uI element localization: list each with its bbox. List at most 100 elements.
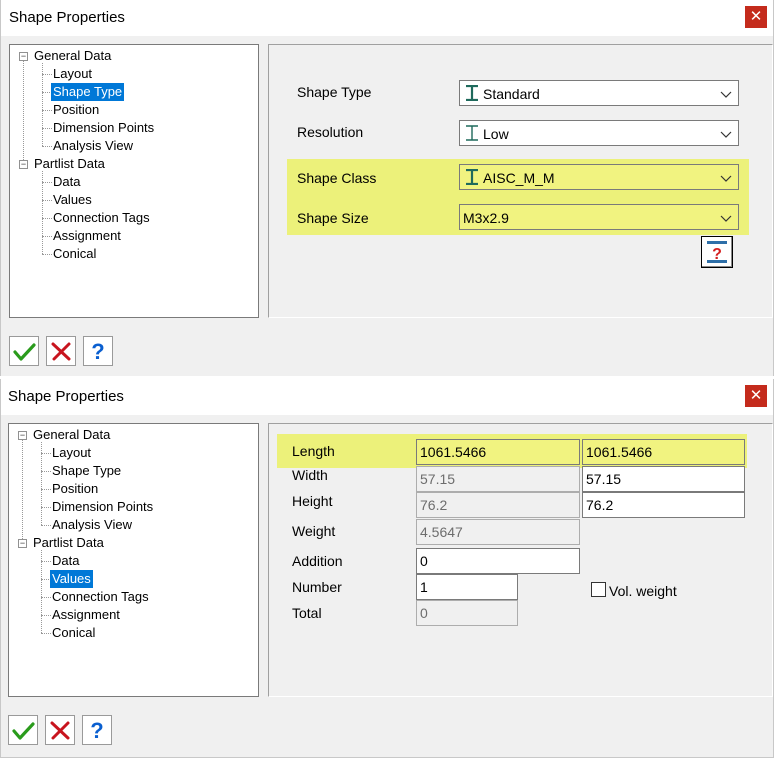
ok-checkmark-icon: [12, 722, 35, 740]
tree-node-label: Dimension Points: [52, 499, 154, 514]
tree-node-label: Partlist Data: [34, 156, 105, 171]
tree-node-position[interactable]: Position: [50, 480, 100, 498]
height-label: Height: [292, 493, 333, 509]
tree-node-shape-type[interactable]: Shape Type: [50, 462, 123, 480]
help-button[interactable]: ?: [82, 715, 112, 745]
chevron-down-icon: [720, 215, 732, 222]
tree-node-layout[interactable]: Layout: [51, 65, 94, 83]
category-tree[interactable]: − General Data Layout Shape Type Positio…: [9, 44, 259, 318]
tree-connector: [22, 440, 23, 543]
shape-class-label: Shape Class: [297, 170, 377, 186]
tree-node-dimension-points[interactable]: Dimension Points: [51, 119, 156, 137]
help-button[interactable]: ?: [83, 336, 113, 366]
shape-properties-dialog-1: Shape Properties ✕ − General Data Layout…: [0, 0, 774, 376]
tree-node-label: Connection Tags: [52, 589, 149, 604]
tree-node-values[interactable]: Values: [51, 191, 94, 209]
tree-connector: [23, 61, 24, 164]
tree-node-analysis-view[interactable]: Analysis View: [50, 516, 134, 534]
collapse-icon[interactable]: −: [19, 52, 28, 61]
collapse-icon[interactable]: −: [18, 539, 27, 548]
weight-field: 4.5647: [416, 519, 580, 545]
vol-weight-checkbox[interactable]: [591, 582, 606, 597]
tree-node-conical[interactable]: Conical: [50, 624, 97, 642]
tree-node-label: Values: [53, 192, 92, 207]
tree-node-partlist-data[interactable]: Partlist Data: [32, 155, 107, 173]
addition-field[interactable]: 0: [416, 548, 580, 574]
resolution-label: Resolution: [297, 124, 364, 140]
tree-node-partlist-data[interactable]: Partlist Data: [31, 534, 106, 552]
shape-size-value: M3x2.9: [463, 210, 509, 226]
tree-node-data[interactable]: Data: [50, 552, 81, 570]
tree-node-analysis-view[interactable]: Analysis View: [51, 137, 135, 155]
width-alt-field[interactable]: 57.15: [582, 466, 745, 492]
tree-node-label: Position: [52, 481, 99, 496]
close-button[interactable]: ✕: [745, 6, 767, 28]
number-field[interactable]: 1: [416, 574, 518, 600]
svg-text:?: ?: [712, 246, 722, 263]
shape-size-select[interactable]: M3x2.9: [459, 204, 739, 230]
tree-node-label: Data: [53, 174, 81, 189]
tree-node-label: Connection Tags: [53, 210, 150, 225]
tree-node-label: Conical: [52, 625, 96, 640]
shape-type-select[interactable]: Standard: [459, 80, 739, 106]
length-field[interactable]: 1061.5466: [416, 439, 580, 465]
dialog-title: Shape Properties: [8, 388, 124, 405]
weight-label: Weight: [292, 523, 336, 539]
category-tree[interactable]: − General Data Layout Shape Type Positio…: [8, 423, 259, 697]
shape-type-label: Shape Type: [297, 84, 372, 100]
tree-node-shape-type[interactable]: Shape Type: [51, 83, 125, 101]
chevron-down-icon: [720, 91, 732, 98]
i-beam-icon: [466, 125, 478, 141]
addition-label: Addition: [292, 553, 343, 569]
tree-node-label: Analysis View: [52, 517, 132, 532]
tree-node-label: Analysis View: [53, 138, 133, 153]
tree-node-dimension-points[interactable]: Dimension Points: [50, 498, 155, 516]
help-question-icon: ?: [91, 339, 104, 364]
length-alt-field[interactable]: 1061.5466: [582, 439, 745, 465]
tree-node-general-data[interactable]: General Data: [32, 47, 113, 65]
tree-node-label: Assignment: [52, 607, 120, 622]
title-bar: Shape Properties ✕: [1, 0, 773, 36]
cancel-button[interactable]: [46, 336, 76, 366]
tree-node-connection-tags[interactable]: Connection Tags: [51, 209, 152, 227]
tree-node-label: Shape Type: [51, 83, 125, 101]
shape-info-button[interactable]: ?: [701, 236, 733, 268]
tree-node-layout[interactable]: Layout: [50, 444, 93, 462]
tree-node-connection-tags[interactable]: Connection Tags: [50, 588, 151, 606]
shape-class-select[interactable]: AISC_M_M: [459, 164, 739, 190]
close-button[interactable]: ✕: [745, 385, 767, 407]
tree-node-values[interactable]: Values: [50, 570, 93, 588]
shape-info-icon: ?: [707, 241, 727, 263]
total-field: 0: [416, 600, 518, 626]
collapse-icon[interactable]: −: [18, 431, 27, 440]
width-field: 57.15: [416, 466, 580, 492]
chevron-down-icon: [720, 175, 732, 182]
tree-node-label: Layout: [53, 66, 93, 81]
length-label: Length: [292, 443, 335, 459]
cancel-button[interactable]: [45, 715, 75, 745]
cancel-x-icon: [50, 721, 70, 740]
tree-connector: [42, 171, 43, 254]
collapse-icon[interactable]: −: [19, 160, 28, 169]
title-bar: Shape Properties ✕: [1, 379, 773, 415]
help-question-icon: ?: [90, 718, 103, 743]
tree-node-assignment[interactable]: Assignment: [51, 227, 123, 245]
tree-node-conical[interactable]: Conical: [51, 245, 98, 263]
resolution-select[interactable]: Low: [459, 120, 739, 146]
height-alt-field[interactable]: 76.2: [582, 492, 745, 518]
chevron-down-icon: [720, 131, 732, 138]
tree-node-data[interactable]: Data: [51, 173, 82, 191]
tree-node-label: Layout: [52, 445, 92, 460]
ok-button[interactable]: [9, 336, 39, 366]
tree-node-assignment[interactable]: Assignment: [50, 606, 122, 624]
ok-button[interactable]: [8, 715, 38, 745]
tree-connector: [42, 63, 43, 146]
shape-class-value: AISC_M_M: [483, 170, 555, 186]
tree-connector: [41, 442, 42, 525]
tree-node-label: Values: [50, 570, 93, 588]
shape-properties-dialog-2: Shape Properties ✕ − General Data Layout…: [0, 379, 774, 758]
tree-node-label: General Data: [33, 427, 111, 442]
tree-node-label: Assignment: [53, 228, 121, 243]
tree-node-general-data[interactable]: General Data: [31, 426, 112, 444]
tree-node-position[interactable]: Position: [51, 101, 101, 119]
